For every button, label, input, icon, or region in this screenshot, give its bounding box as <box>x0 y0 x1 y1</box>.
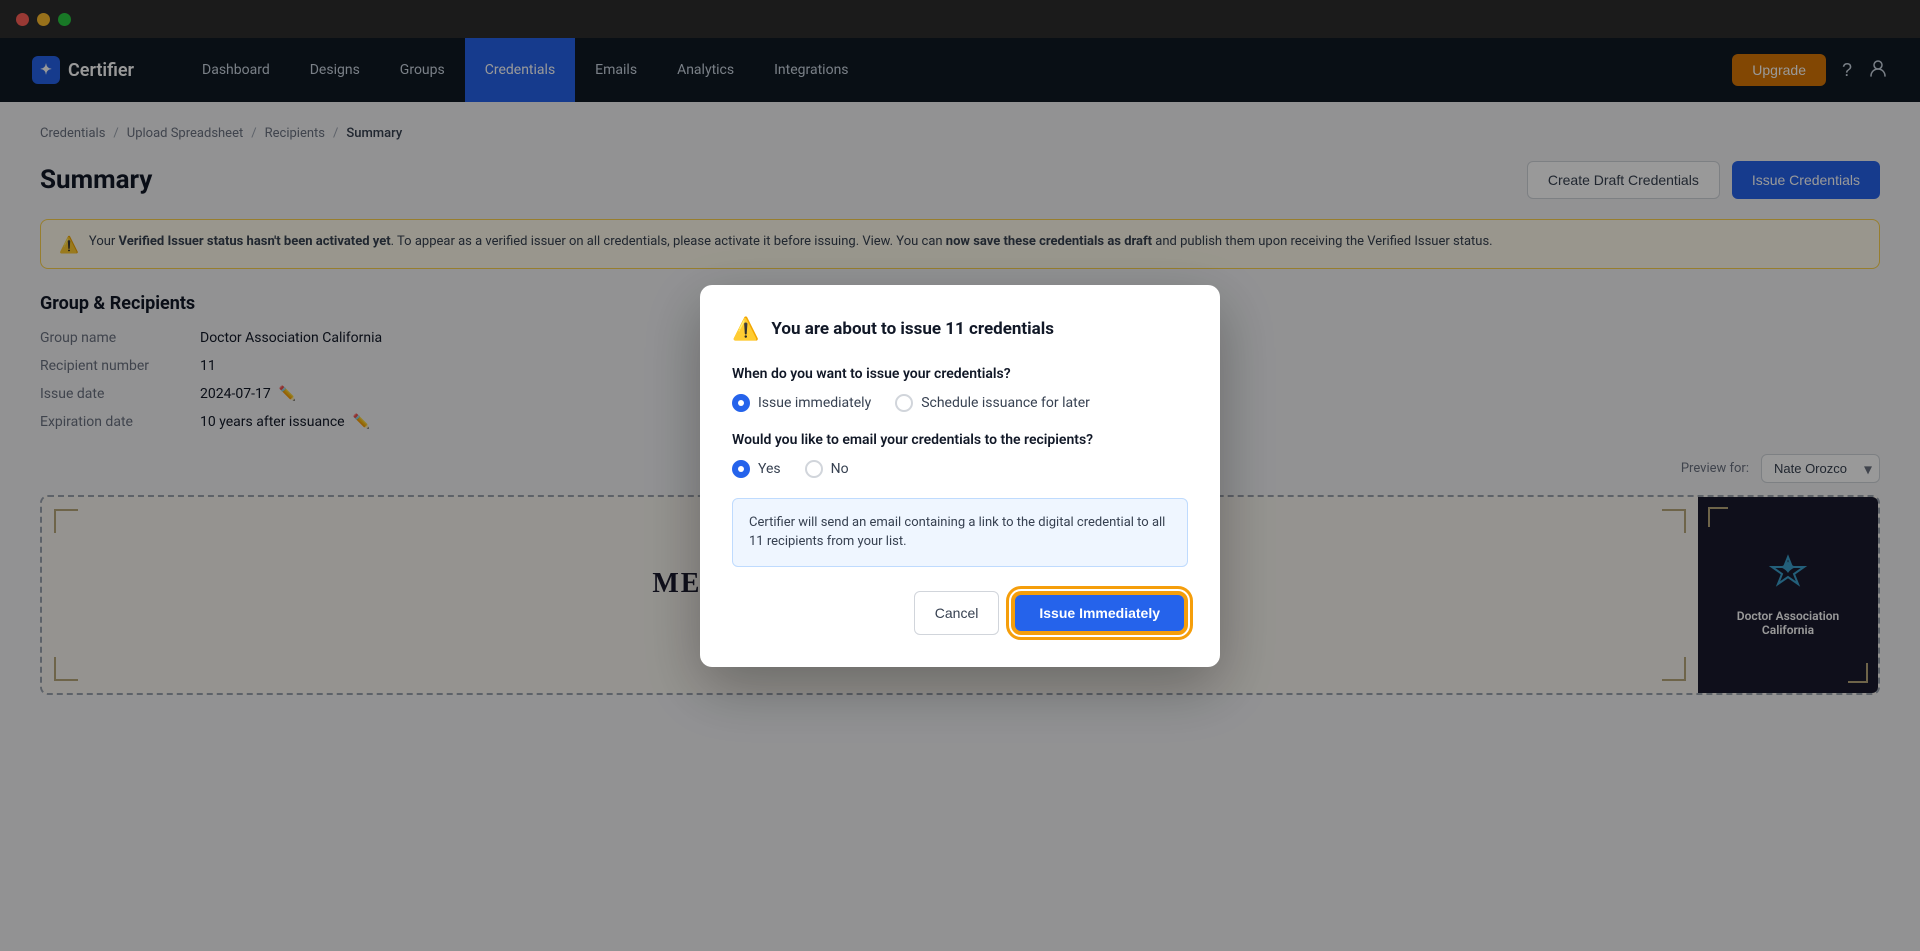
radio-yes-label: Yes <box>758 461 781 477</box>
modal-warning-icon: ⚠️ <box>732 317 759 342</box>
radio-immediately-circle <box>732 394 750 412</box>
radio-no-label: No <box>831 461 849 477</box>
modal-overlay[interactable]: ⚠️ You are about to issue 11 credentials… <box>0 0 1920 951</box>
radio-group-when: Issue immediately Schedule issuance for … <box>732 394 1188 412</box>
radio-email-no[interactable]: No <box>805 460 849 478</box>
radio-schedule-label: Schedule issuance for later <box>921 395 1090 411</box>
radio-schedule-later[interactable]: Schedule issuance for later <box>895 394 1090 412</box>
modal-info-box: Certifier will send an email containing … <box>732 498 1188 567</box>
modal-info-text: Certifier will send an email containing … <box>749 515 1165 550</box>
radio-issue-immediately[interactable]: Issue immediately <box>732 394 871 412</box>
cancel-button[interactable]: Cancel <box>914 591 1000 635</box>
radio-immediately-label: Issue immediately <box>758 395 871 411</box>
modal-question-when: When do you want to issue your credentia… <box>732 366 1188 382</box>
modal-question-email: Would you like to email your credentials… <box>732 432 1188 448</box>
radio-schedule-circle <box>895 394 913 412</box>
modal-title: You are about to issue 11 credentials <box>771 319 1054 339</box>
modal-footer: Cancel Issue Immediately <box>732 591 1188 635</box>
radio-no-circle <box>805 460 823 478</box>
radio-group-email: Yes No <box>732 460 1188 478</box>
radio-email-yes[interactable]: Yes <box>732 460 781 478</box>
issue-modal: ⚠️ You are about to issue 11 credentials… <box>700 285 1220 667</box>
issue-immediately-button[interactable]: Issue Immediately <box>1011 591 1188 635</box>
radio-yes-circle <box>732 460 750 478</box>
modal-header: ⚠️ You are about to issue 11 credentials <box>732 317 1188 342</box>
